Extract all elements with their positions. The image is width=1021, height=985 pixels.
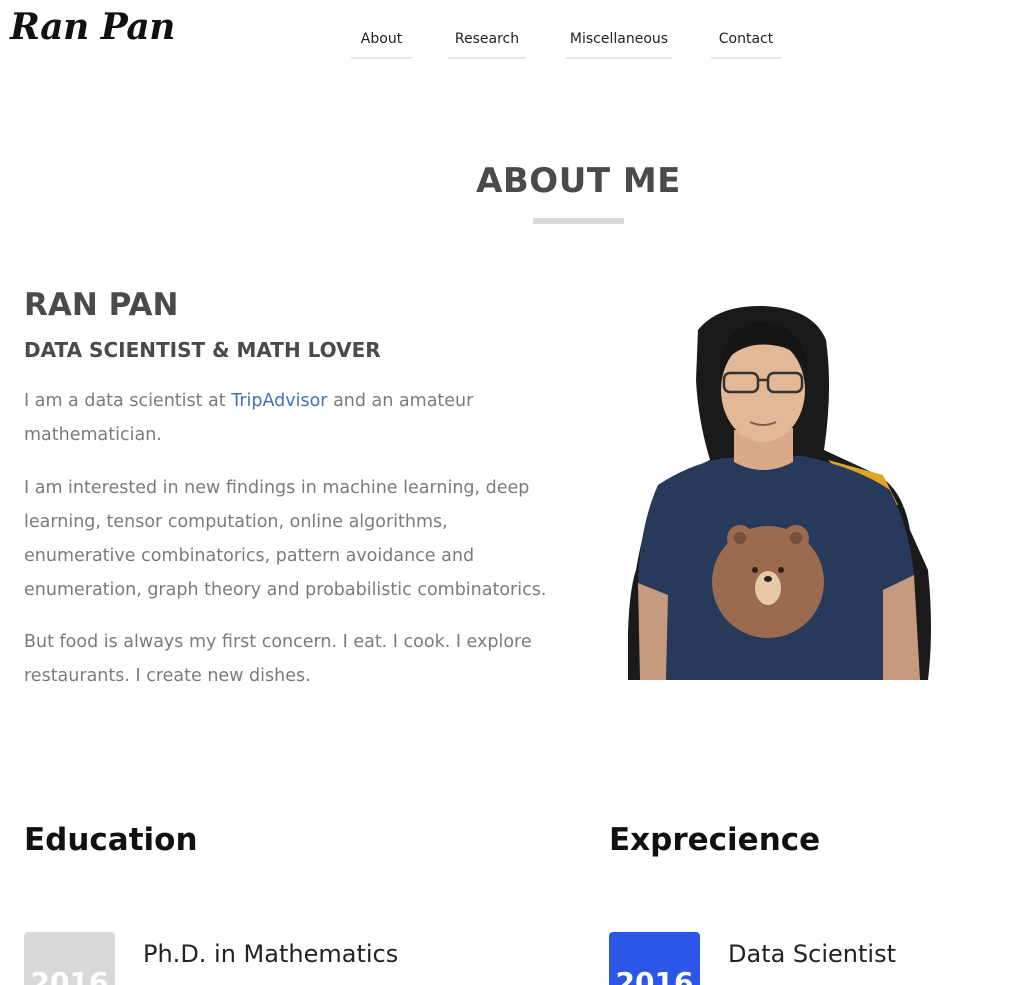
nav-about[interactable]: About: [351, 20, 412, 59]
experience-title: Data Scientist: [728, 940, 896, 968]
nav-research[interactable]: Research: [448, 20, 526, 59]
profile-photo: [628, 305, 931, 680]
intro-text-start: I am a data scientist at: [24, 391, 232, 411]
person-name: RAN PAN: [24, 287, 179, 323]
education-heading: Education: [24, 822, 198, 858]
education-title: Ph.D. in Mathematics: [143, 940, 399, 968]
education-year-badge: 2016: [24, 932, 115, 985]
intro-paragraph: I am a data scientist at TripAdvisor and…: [24, 384, 564, 452]
main-nav: About Research Miscellaneous Contact: [0, 20, 1021, 60]
title-underline: [533, 218, 624, 224]
food-paragraph: But food is always my first concern. I e…: [24, 632, 532, 686]
about-section-title: ABOUT ME: [476, 161, 681, 201]
nav-contact[interactable]: Contact: [711, 20, 781, 59]
experience-year-badge: 2016: [609, 932, 700, 985]
interests-paragraph: I am interested in new findings in machi…: [24, 478, 547, 600]
person-subtitle: DATA SCIENTIST & MATH LOVER: [24, 338, 381, 362]
experience-heading: Exprecience: [609, 822, 821, 858]
tripadvisor-link[interactable]: TripAdvisor: [231, 391, 327, 411]
nav-miscellaneous[interactable]: Miscellaneous: [566, 20, 672, 59]
